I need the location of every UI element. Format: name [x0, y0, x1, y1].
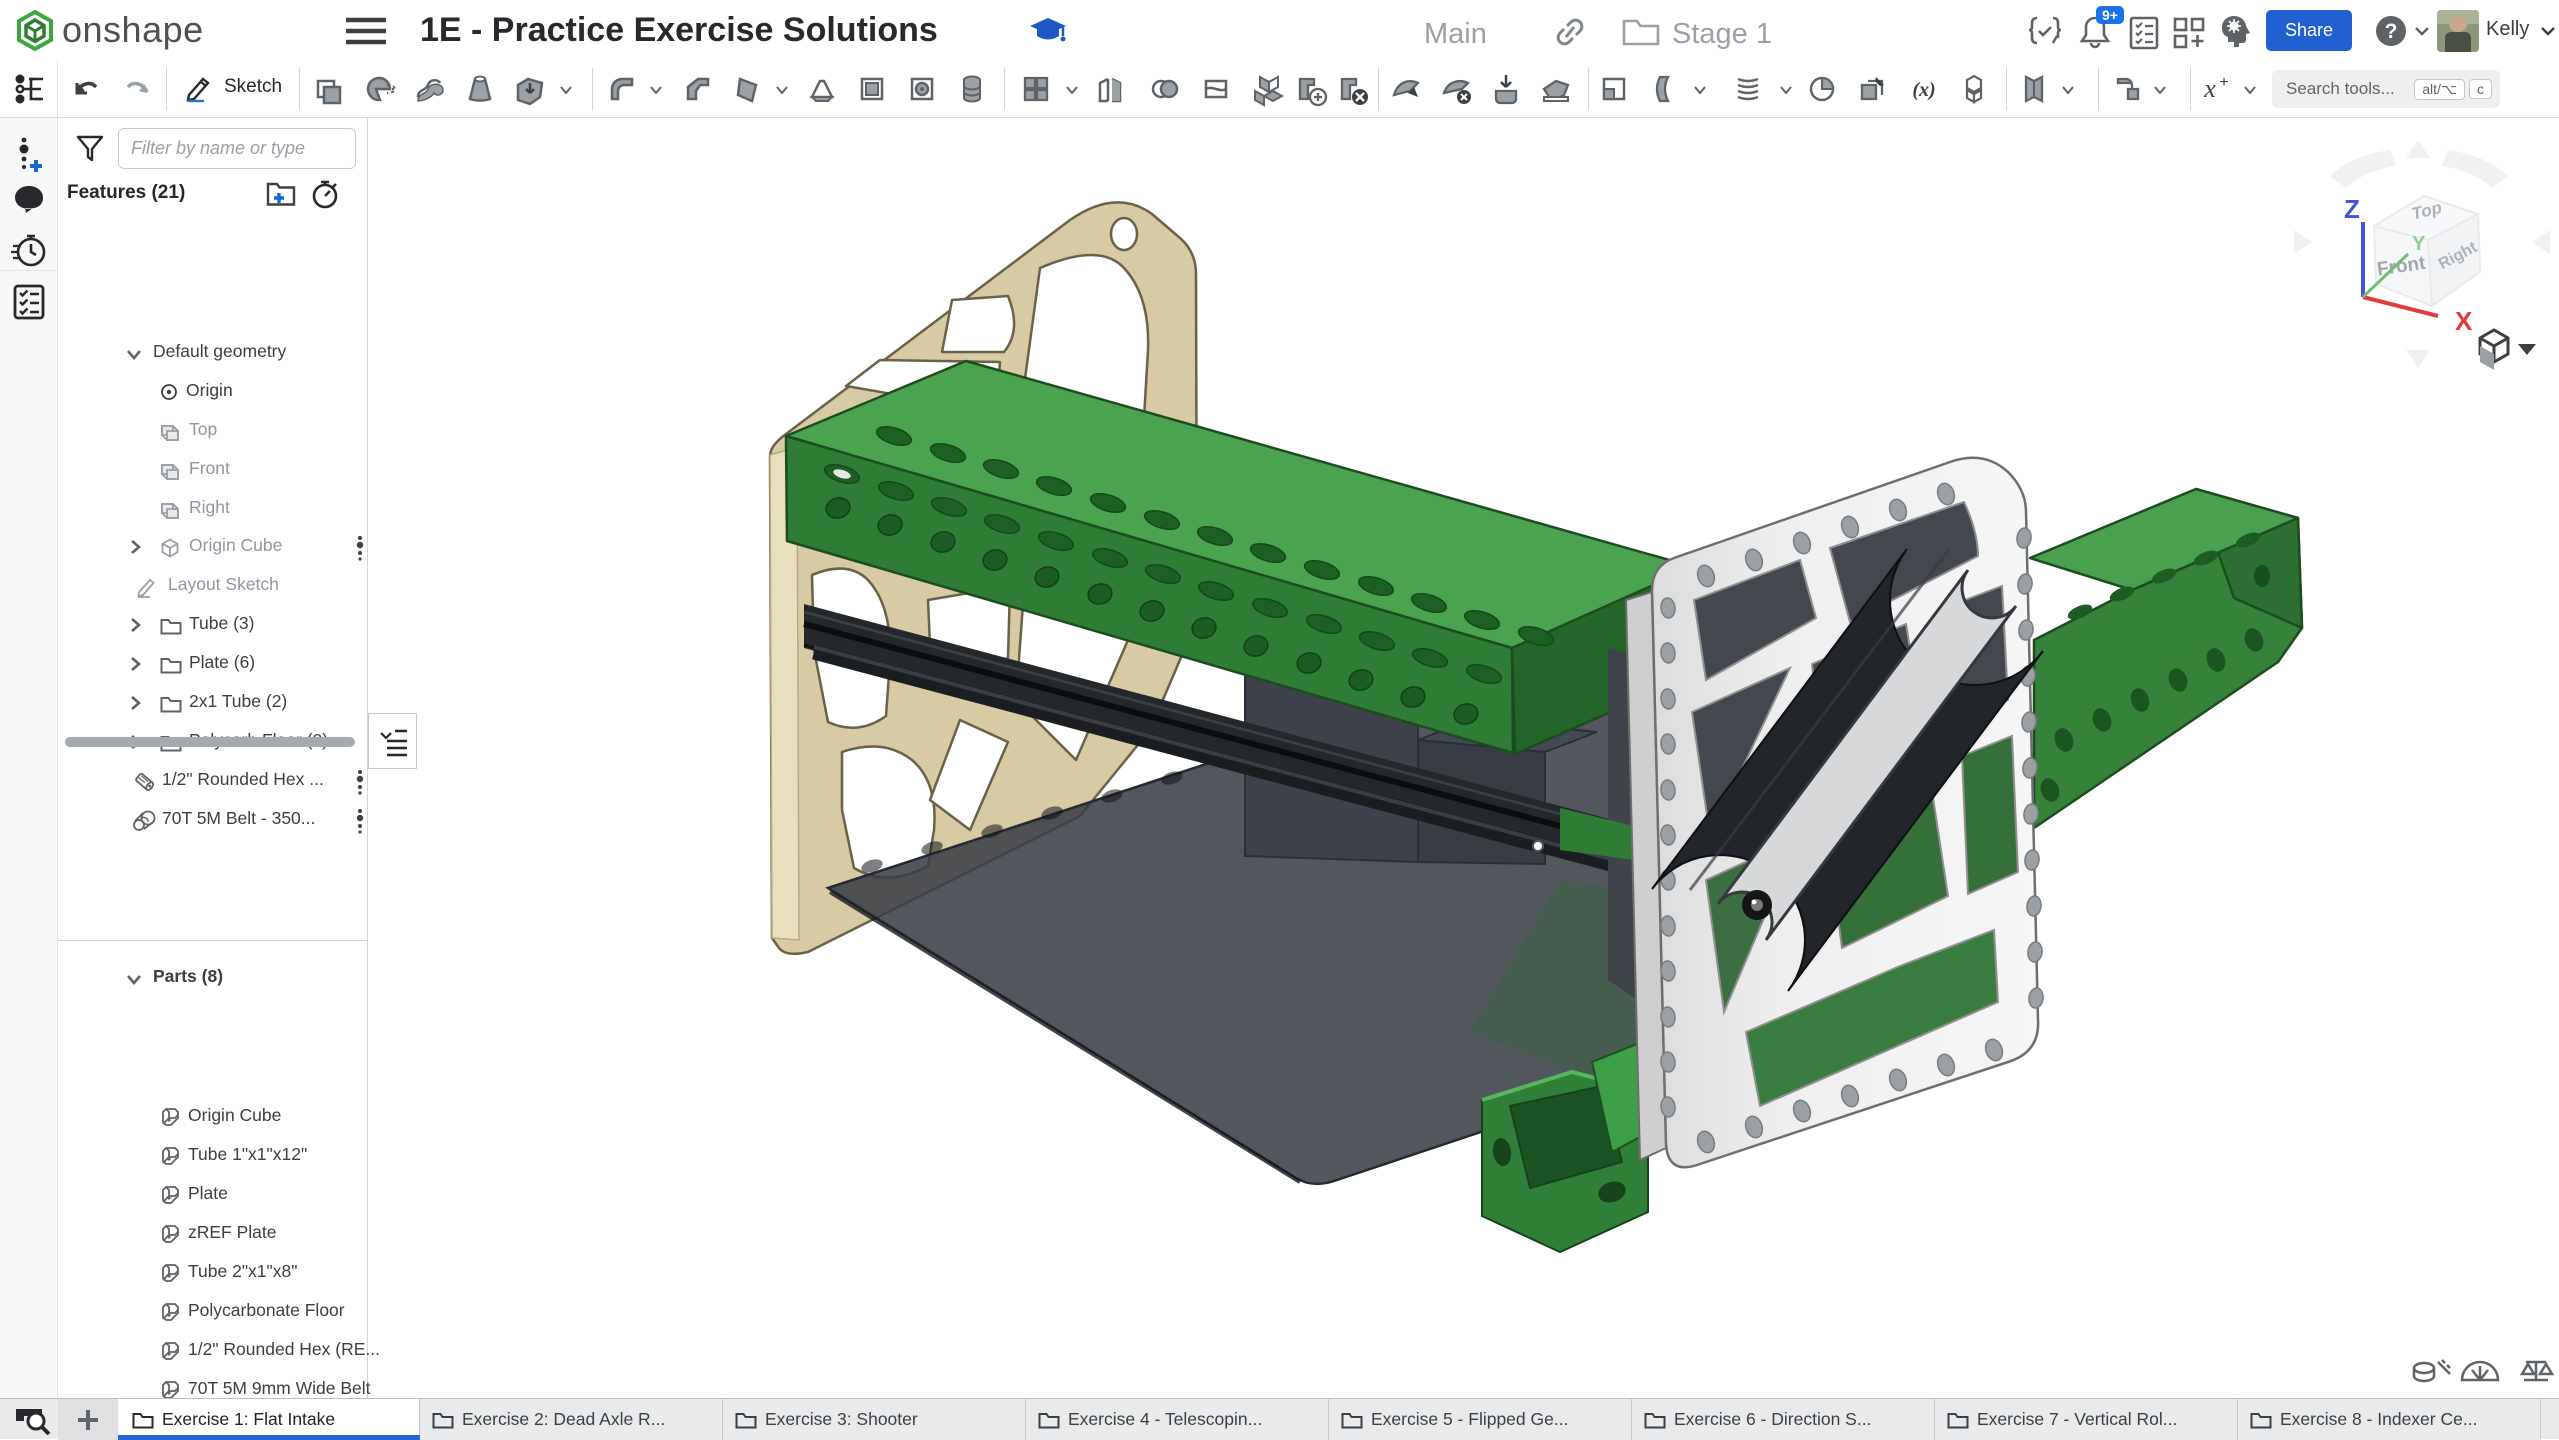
svg-text:x: x — [2203, 74, 2216, 103]
svg-text:Z: Z — [2344, 194, 2360, 224]
svg-text:Y: Y — [2412, 233, 2426, 255]
svg-text:?: ? — [2385, 20, 2398, 43]
svg-text:X: X — [2455, 306, 2473, 336]
svg-text:+: + — [2219, 74, 2228, 91]
svg-text:(x): (x) — [1912, 79, 1935, 101]
